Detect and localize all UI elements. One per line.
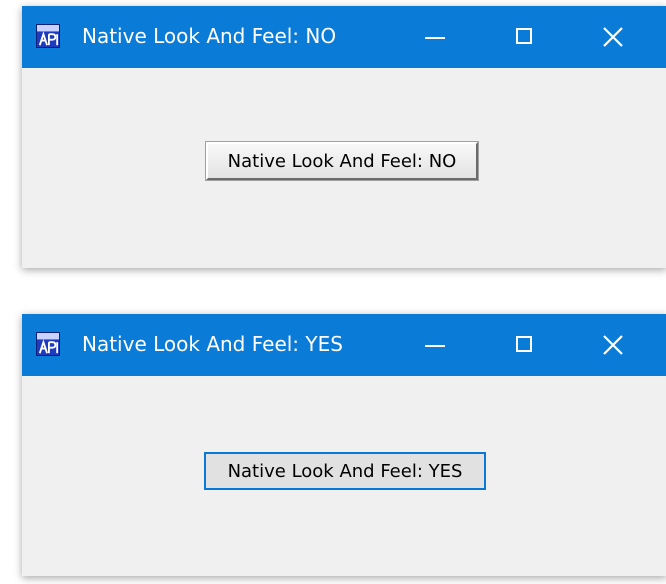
window-title: Native Look And Feel: NO — [82, 24, 337, 48]
minimize-button[interactable] — [392, 6, 480, 68]
minimize-button[interactable] — [392, 314, 480, 376]
title-bar[interactable]: Native Look And Feel: YES — [22, 314, 666, 376]
close-icon — [602, 26, 624, 48]
close-icon — [602, 334, 624, 356]
maximize-icon — [516, 28, 532, 44]
java-app-icon[interactable] — [36, 332, 60, 356]
window-non-native: Native Look And Feel: NO Native Look And… — [22, 6, 666, 268]
native-look-and-feel-button[interactable]: Native Look And Feel: YES — [204, 452, 486, 490]
maximize-icon — [516, 336, 532, 352]
maximize-button[interactable] — [480, 6, 568, 68]
close-button[interactable] — [568, 314, 656, 376]
maximize-button[interactable] — [480, 314, 568, 376]
minimize-icon — [425, 37, 445, 39]
minimize-icon — [425, 345, 445, 347]
window-title: Native Look And Feel: YES — [82, 332, 343, 356]
window-native: Native Look And Feel: YES Native Look An… — [22, 314, 666, 576]
native-look-and-feel-button[interactable]: Native Look And Feel: NO — [206, 142, 478, 180]
title-bar[interactable]: Native Look And Feel: NO — [22, 6, 666, 68]
close-button[interactable] — [568, 6, 656, 68]
java-app-icon[interactable] — [36, 24, 60, 48]
